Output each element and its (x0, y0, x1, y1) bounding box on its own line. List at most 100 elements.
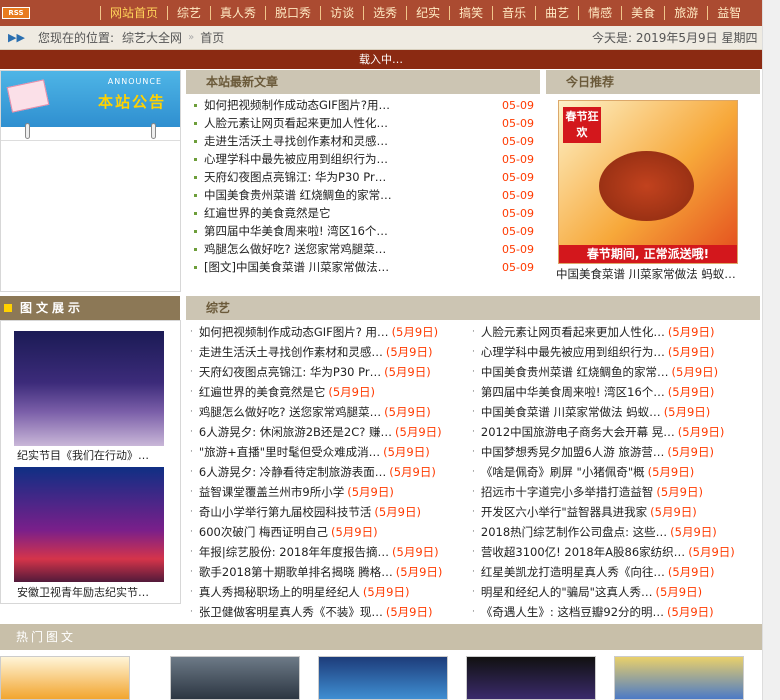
article-link[interactable]: 人脸元素让网页看起来更加人性化… (204, 115, 504, 131)
article-link[interactable]: 营收超3100亿! 2018年A股86家纺织… (481, 544, 685, 560)
article-link[interactable]: 第四届中华美食周来啦! 湾区16个… (481, 384, 665, 400)
list-item: · 6人游晃夕: 冷静看待定制旅游表面… (5月9日) (190, 462, 436, 482)
article-link[interactable]: 红遍世界的美食竟然是它 (199, 384, 326, 400)
article-link[interactable]: 开发区六小举行"益智器具进我家 (481, 504, 647, 520)
article-link[interactable]: 张卫健做客明星真人秀《不装》现… (199, 604, 383, 620)
list-item: · 《啥是佩奇》刷屏 "小猪佩奇"概 (5月9日) (472, 462, 694, 482)
article-link[interactable]: "旅游+直播"里时髦但受众难成消… (199, 444, 380, 460)
nav-item[interactable]: 搞笑 (449, 6, 492, 20)
bullet-icon (194, 121, 197, 125)
picture-caption[interactable]: 纪实节目《我们在行动》… (17, 447, 167, 463)
article-date: 05-09 (502, 134, 534, 148)
article-date: (5月9日) (655, 585, 703, 599)
article-link[interactable]: 2012中国旅游电子商务大会开幕 晃… (481, 424, 675, 440)
bullet-icon: · (472, 367, 475, 377)
nav-item[interactable]: 脱口秀 (265, 6, 320, 20)
article-link[interactable]: 中国美食贵州菜谱 红烧鲷鱼的家常… (204, 187, 504, 203)
article-link[interactable]: 益智课堂覆盖兰州市9所小学 (199, 484, 344, 500)
nav-item[interactable]: 访谈 (320, 6, 363, 20)
hot-thumb[interactable] (0, 656, 130, 700)
list-item: · 《奇遇人生》: 这档豆瓣92分的明… (5月9日) (472, 602, 714, 622)
article-link[interactable]: 红星美凯龙打造明星真人秀《向往… (481, 564, 665, 580)
list-item: · 招远市十字道完小多举措打造益智 (5月9日) (472, 482, 703, 502)
nav-item[interactable]: 曲艺 (535, 6, 578, 20)
bullet-icon: · (190, 587, 193, 597)
nav-item[interactable]: 音乐 (492, 6, 535, 20)
article-link[interactable]: 6人游晃夕: 冷静看待定制旅游表面… (199, 464, 386, 480)
list-item: · "旅游+直播"里时髦但受众难成消… (5月9日) (190, 442, 430, 462)
article-date: (5月9日) (384, 405, 431, 419)
nav-item[interactable]: 情感 (578, 6, 621, 20)
article-link[interactable]: 明星和经纪人的"骗局"这真人秀… (481, 584, 653, 600)
nav-item[interactable]: 旅游 (664, 6, 707, 20)
list-item: · 2018热门综艺制作公司盘点: 这些… (5月9日) (472, 522, 717, 542)
article-link[interactable]: 真人秀揭秘职场上的明星经纪人 (199, 584, 360, 600)
article-link[interactable]: 走进生活沃土寻找创作素材和灵感… (204, 133, 504, 149)
article-link[interactable]: 中国美食菜谱 川菜家常做法 蚂蚁… (481, 404, 661, 420)
article-link[interactable]: 红遍世界的美食竟然是它 (204, 205, 504, 221)
bullet-icon (194, 211, 197, 215)
article-link[interactable]: 年报|综艺股份: 2018年年度报告摘… (199, 544, 389, 560)
hot-thumb[interactable] (614, 656, 744, 700)
list-item: · 中国美食菜谱 川菜家常做法 蚂蚁… (5月9日) (472, 402, 710, 422)
list-item: · 真人秀揭秘职场上的明星经纪人 (5月9日) (190, 582, 409, 602)
today-date: 今天是: 2019年5月9日 星期四 (592, 31, 758, 45)
list-item: 红遍世界的美食竟然是它 05-09 (186, 204, 540, 222)
nav-item[interactable]: 美食 (621, 6, 664, 20)
nav-item[interactable]: 综艺 (167, 6, 210, 20)
bullet-icon: · (472, 487, 475, 497)
nav-item[interactable]: 真人秀 (210, 6, 265, 20)
breadcrumb-home-site[interactable]: 综艺大全网 (122, 29, 182, 46)
article-date: (5月9日) (647, 465, 695, 479)
article-link[interactable]: 第四届中华美食周来啦! 湾区16个… (204, 223, 504, 239)
bullet-icon: · (472, 607, 475, 617)
article-link[interactable]: 《奇遇人生》: 这档豆瓣92分的明… (481, 604, 664, 620)
article-link[interactable]: 心理学科中最先被应用到组织行为… (204, 151, 504, 167)
article-link[interactable]: 天府幻夜图点亮锦江: 华为P30 Pr… (199, 364, 381, 380)
article-link[interactable]: 招远市十字道完小多举措打造益智 (481, 484, 654, 500)
envelope-icon (6, 79, 50, 113)
article-date: 05-09 (502, 188, 534, 202)
article-link[interactable]: 歌手2018第十期歌单排名揭晓 腾格… (199, 564, 393, 580)
hot-thumb[interactable] (318, 656, 448, 700)
article-date: (5月9日) (395, 425, 442, 439)
recommend-book-image[interactable]: 春节狂欢 春节期间, 正常派送哦! (558, 100, 738, 264)
bullet-icon (194, 139, 197, 143)
recommend-caption[interactable]: 中国美食菜谱 川菜家常做法 蚂蚁… (556, 266, 746, 282)
scrollbar[interactable] (762, 0, 780, 700)
article-link[interactable]: 鸡腿怎么做好吃? 送您家常鸡腿菜… (204, 241, 504, 257)
article-link[interactable]: 鸡腿怎么做好吃? 送您家常鸡腿菜… (199, 404, 381, 420)
nav-item[interactable]: 选秀 (363, 6, 406, 20)
article-link[interactable]: 6人游晃夕: 休闲旅游2B还是2C? 赚… (199, 424, 392, 440)
rss-icon[interactable]: RSS (2, 7, 30, 19)
nav-item[interactable]: 益智 (707, 6, 750, 20)
bullet-icon: · (190, 607, 193, 617)
article-link[interactable]: 奇山小学举行第九届校园科技节活 (199, 504, 372, 520)
breadcrumb-current[interactable]: 首页 (200, 29, 224, 46)
article-link[interactable]: 天府幻夜图点亮锦江: 华为P30 Pr… (204, 169, 504, 185)
article-link[interactable]: [图文]中国美食菜谱 川菜家常做法… (204, 259, 504, 275)
picture-caption[interactable]: 安徽卫视青年励志纪实节… (17, 584, 167, 600)
hot-thumb[interactable] (466, 656, 596, 700)
article-link[interactable]: 《啥是佩奇》刷屏 "小猪佩奇"概 (481, 464, 645, 480)
article-link[interactable]: 人脸元素让网页看起来更加人性化… (481, 324, 665, 340)
list-item: · 走进生活沃土寻找创作素材和灵感… (5月9日) (190, 342, 432, 362)
header-marker-icon (4, 304, 12, 312)
announcement-header: ANNOUNCE 本站公告 (1, 71, 180, 127)
bullet-icon: · (472, 387, 475, 397)
article-link[interactable]: 心理学科中最先被应用到组织行为… (481, 344, 665, 360)
article-link[interactable]: 2018热门综艺制作公司盘点: 这些… (481, 524, 667, 540)
picture-thumb[interactable] (14, 467, 164, 582)
article-link[interactable]: 如何把视频制作成动态GIF图片?用… (204, 97, 504, 113)
article-link[interactable]: 中国美食贵州菜谱 红烧鲷鱼的家常… (481, 364, 669, 380)
hot-thumb[interactable] (170, 656, 300, 700)
bullet-icon (194, 229, 197, 233)
picture-thumb[interactable] (14, 331, 164, 446)
nav-item[interactable]: 纪实 (406, 6, 449, 20)
bullet-icon: · (190, 487, 193, 497)
nav-item[interactable]: 网站首页 (100, 6, 167, 20)
article-link[interactable]: 600次破门 梅西证明自己 (199, 524, 328, 540)
article-link[interactable]: 中国梦想秀晃夕加盟6人游 旅游营… (481, 444, 664, 460)
article-link[interactable]: 走进生活沃土寻找创作素材和灵感… (199, 344, 383, 360)
article-link[interactable]: 如何把视频制作成动态GIF图片? 用… (199, 324, 389, 340)
